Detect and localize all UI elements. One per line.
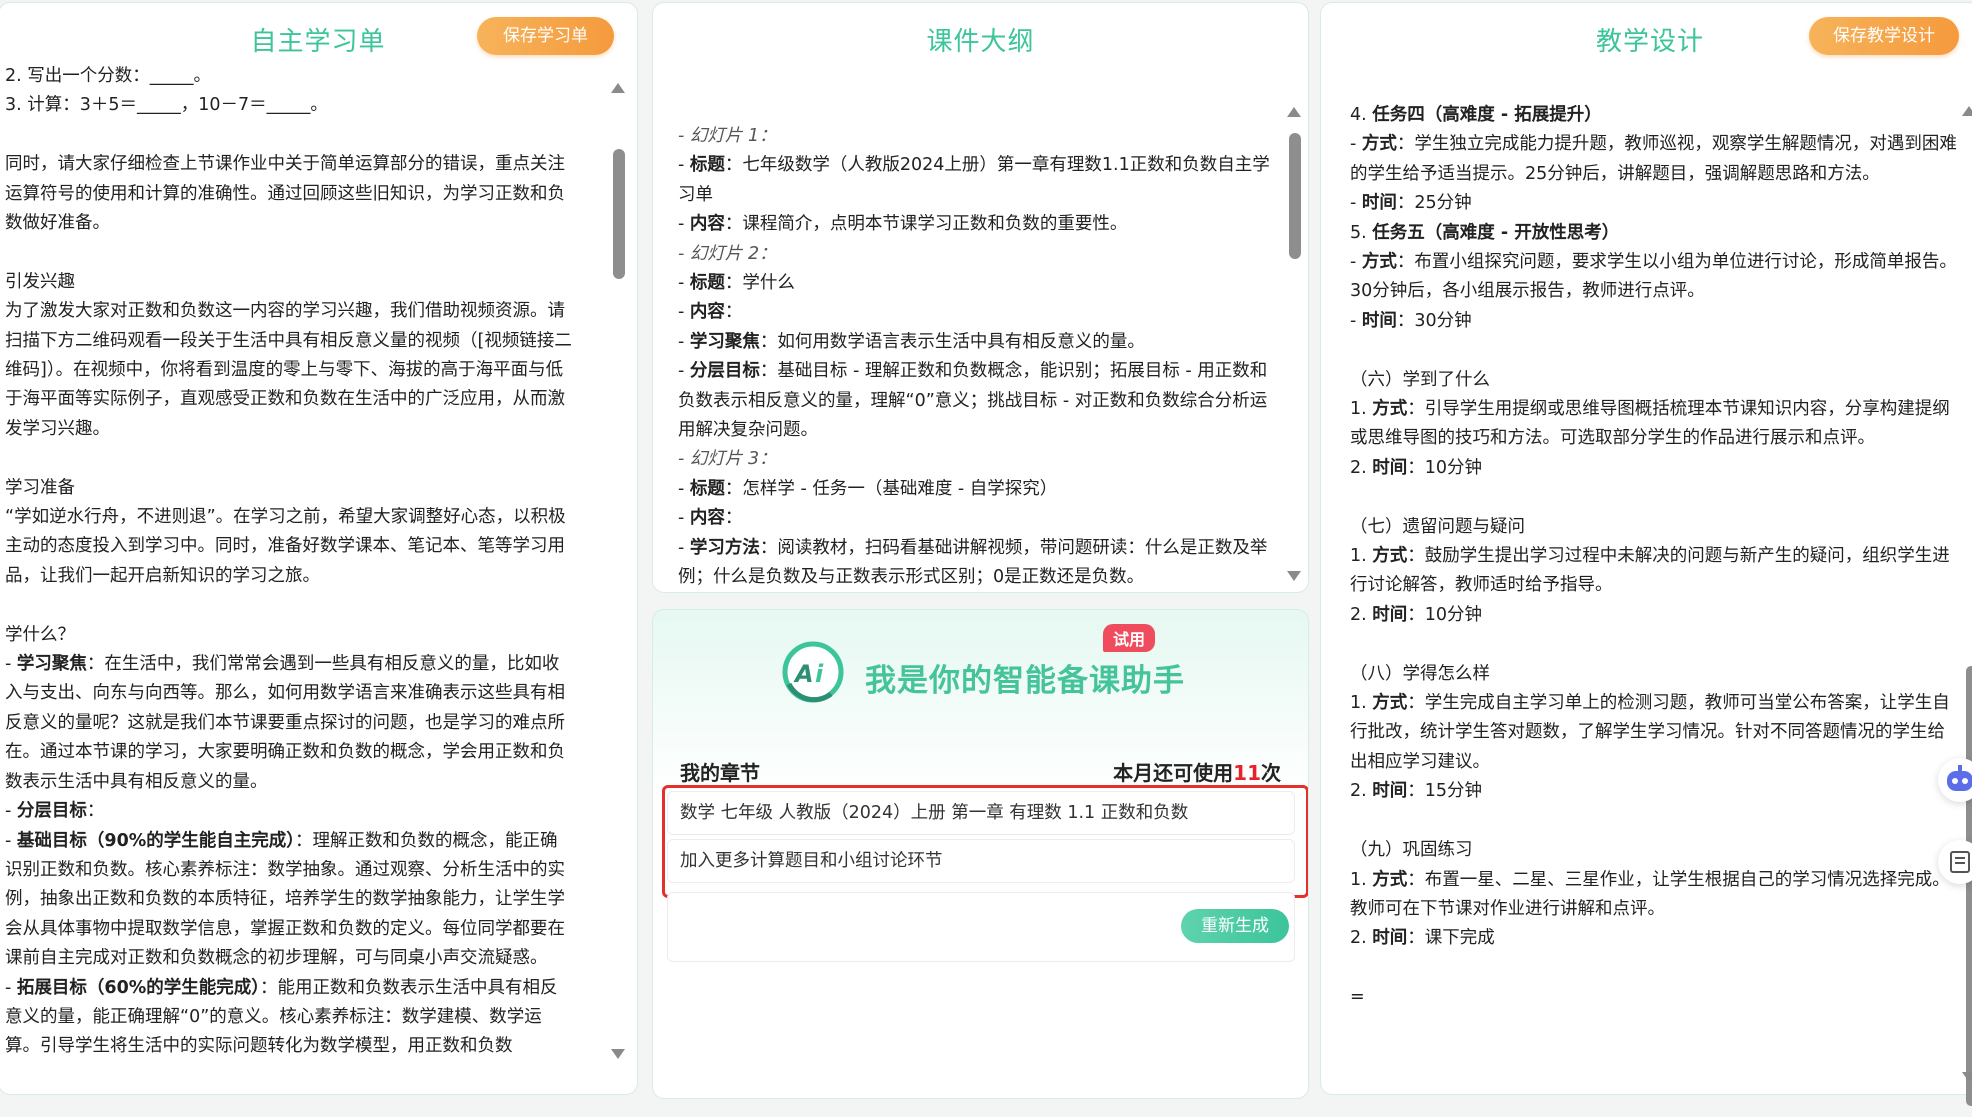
outline-content[interactable]: - 幻灯片 1： - 标题：七年级数学（人教版2024上册）第一章有理数1.1正数… <box>678 122 1278 592</box>
design-line: （七）遗留问题与疑问 <box>1350 516 1525 537</box>
design-line: 1. 方式：布置一星、二星、三星作业，让学生根据自己的学习情况选择完成。教师可在… <box>1350 869 1950 919</box>
generate-area: 重新生成 <box>667 892 1295 962</box>
content-paragraph: “学如逆水行舟，不进则退”。在学习之前，希望大家调整好心态，以积极主动的态度投入… <box>5 507 566 586</box>
assistant-robot-button[interactable] <box>1938 758 1972 802</box>
design-line: = <box>1350 987 1365 1008</box>
assistant-title: 我是你的智能备课助手 <box>865 663 1185 699</box>
notes-button[interactable] <box>1938 840 1972 884</box>
outline-line: - 学习聚焦：如何用数学语言表示生活中具有相反意义的量。 <box>678 331 1145 352</box>
outline-header: 课件大纲 <box>653 3 1308 67</box>
content-paragraph: 同时，请大家仔细检查上节课作业中关于简单运算部分的错误，重点关注运算符号的使用和… <box>5 154 565 234</box>
save-teaching-design-button[interactable]: 保存教学设计 <box>1809 17 1959 55</box>
design-line: 5. 任务五（高难度 - 开放性思考） <box>1350 222 1620 243</box>
usage-count: 11 <box>1233 761 1261 785</box>
self-study-title: 自主学习单 <box>250 27 386 57</box>
design-line: 4. 任务四（高难度 - 拓展提升） <box>1350 105 1602 125</box>
my-chapter-label: 我的章节 <box>680 761 760 785</box>
content-line: 3. 计算：3＋5＝_____，10－7＝_____。 <box>5 95 328 116</box>
svg-text:i: i <box>815 660 824 688</box>
extended-goal-paragraph: - 拓展目标（60%的学生能完成）：能用正数和负数表示生活中具有相反意义的量，能… <box>5 977 558 1057</box>
design-line: 2. 时间：10分钟 <box>1350 604 1483 625</box>
section-heading-what: 学什么？ <box>5 624 75 645</box>
outline-title: 课件大纲 <box>926 27 1035 57</box>
outline-line: - 幻灯片 2： <box>678 243 777 264</box>
design-line: （九）巩固练习 <box>1350 840 1473 861</box>
scrollbar-thumb[interactable] <box>1966 666 1972 1106</box>
regenerate-button[interactable]: 重新生成 <box>1181 909 1289 943</box>
section-heading-prep: 学习准备 <box>5 477 75 498</box>
courseware-outline-panel: 课件大纲 - 幻灯片 1： - 标题：七年级数学（人教版2024上册）第一章有理数… <box>652 2 1309 593</box>
design-line: 1. 方式：学生完成自主学习单上的检测习题，教师可当堂公布答案，让学生自行批改，… <box>1350 693 1950 772</box>
scroll-down-arrow-icon[interactable] <box>1962 1072 1972 1082</box>
outline-line: - 学习方法：阅读教材，扫码看基础讲解视频，带问题研读：什么是正数及举例；什么是… <box>678 537 1268 588</box>
design-line: （六）学到了什么 <box>1350 369 1490 390</box>
design-line: 2. 时间：10分钟 <box>1350 457 1483 478</box>
outline-line: - 内容： <box>678 508 743 529</box>
focus-paragraph: - 学习聚焦：在生活中，我们常常会遇到一些具有相反意义的量，比如收入与支出、向东… <box>5 654 565 792</box>
design-line: - 方式：布置小组探究问题，要求学生以小组为单位进行讨论，形成简单报告。30分钟… <box>1350 252 1957 302</box>
outline-line: - 标题：学什么 <box>678 273 795 294</box>
scroll-down-arrow-icon[interactable] <box>1287 571 1301 581</box>
outline-scrollbar[interactable] <box>1287 107 1301 581</box>
design-line: 1. 方式：引导学生用提纲或思维导图概括梳理本节课知识内容，分享构建提纲或思维导… <box>1350 399 1950 449</box>
scrollbar-thumb[interactable] <box>613 149 625 279</box>
requirement-input[interactable]: 加入更多计算题目和小组讨论环节 <box>667 839 1295 883</box>
design-line: - 时间：25分钟 <box>1350 193 1472 214</box>
design-line: 2. 时间：15分钟 <box>1350 781 1483 802</box>
outline-line: - 标题：怎样学 - 任务一（基础难度 - 自学探究） <box>678 478 1058 499</box>
scrollbar-thumb[interactable] <box>1289 133 1301 259</box>
design-line: 2. 时间：课下完成 <box>1350 928 1495 949</box>
scroll-down-arrow-icon[interactable] <box>611 1049 625 1059</box>
notes-icon <box>1950 851 1970 873</box>
save-study-sheet-button[interactable]: 保存学习单 <box>477 17 614 55</box>
outline-line: - 分层目标：基础目标 - 理解正数和负数概念，能识别；拓展目标 - 用正数和负… <box>678 361 1268 441</box>
scroll-up-arrow-icon[interactable] <box>1962 106 1972 116</box>
basic-goal-paragraph: - 基础目标（90%的学生能自主完成）：理解正数和负数的概念，能正确识别正数和负… <box>5 830 565 969</box>
design-title: 教学设计 <box>1595 27 1704 57</box>
design-line: （八）学得怎么样 <box>1350 663 1490 684</box>
outline-line: - 标题：七年级数学（人教版2024上册）第一章有理数1.1正数和负数自主学习单 <box>678 155 1270 205</box>
design-line: - 方式：学生独立完成能力提升题，教师巡视，观察学生解题情况，对遇到困难的学生给… <box>1350 134 1957 184</box>
self-study-panel: 自主学习单 保存学习单 2. 写出一个分数：_____。 3. 计算：3＋5＝_… <box>0 2 638 1095</box>
outline-line: - 幻灯片 1： <box>678 126 777 146</box>
trial-badge: 试用 <box>1103 624 1156 652</box>
layer-goal-line: - 分层目标： <box>5 801 105 822</box>
teaching-design-panel: 教学设计 保存教学设计 4. 任务四（高难度 - 拓展提升） - 方式：学生独立完… <box>1320 2 1972 1095</box>
usage-remaining: 本月还可使用11次 <box>1113 761 1281 785</box>
design-line: 1. 方式：鼓励学生提出学习过程中未解决的问题与新产生的疑问，组织学生进行讨论解… <box>1350 546 1950 596</box>
outline-line: - 内容： <box>678 302 743 323</box>
scroll-up-arrow-icon[interactable] <box>1287 107 1301 117</box>
ai-assistant-card: A i 我是你的智能备课助手 试用 我的章节 本月还可使用11次 数学 七年级 … <box>652 609 1309 1099</box>
self-study-scrollbar[interactable] <box>611 83 625 1059</box>
chapter-select[interactable]: 数学 七年级 人教版（2024）上册 第一章 有理数 1.1 正数和负数 <box>667 791 1295 835</box>
self-study-content[interactable]: 2. 写出一个分数：_____。 3. 计算：3＋5＝_____，10－7＝__… <box>5 62 573 1062</box>
section-heading-interest: 引发兴趣 <box>5 271 75 292</box>
ai-logo-icon: A i <box>782 641 844 703</box>
outline-line: - 内容：课程简介，点明本节课学习正数和负数的重要性。 <box>678 214 1128 235</box>
content-paragraph: 为了激发大家对正数和负数这一内容的学习兴趣，我们借助视频资源。请扫描下方二维码观… <box>5 301 572 439</box>
design-content[interactable]: 4. 任务四（高难度 - 拓展提升） - 方式：学生独立完成能力提升题，教师巡视，… <box>1350 101 1957 1067</box>
page-scrollbar[interactable] <box>1962 106 1972 1106</box>
outline-line: - 幻灯片 3： <box>678 449 777 470</box>
assistant-robot-icon <box>1947 765 1972 791</box>
content-line: 2. 写出一个分数：_____。 <box>5 66 212 86</box>
design-line: - 时间：30分钟 <box>1350 310 1472 331</box>
scroll-up-arrow-icon[interactable] <box>611 83 625 93</box>
svg-text:A: A <box>793 660 814 688</box>
